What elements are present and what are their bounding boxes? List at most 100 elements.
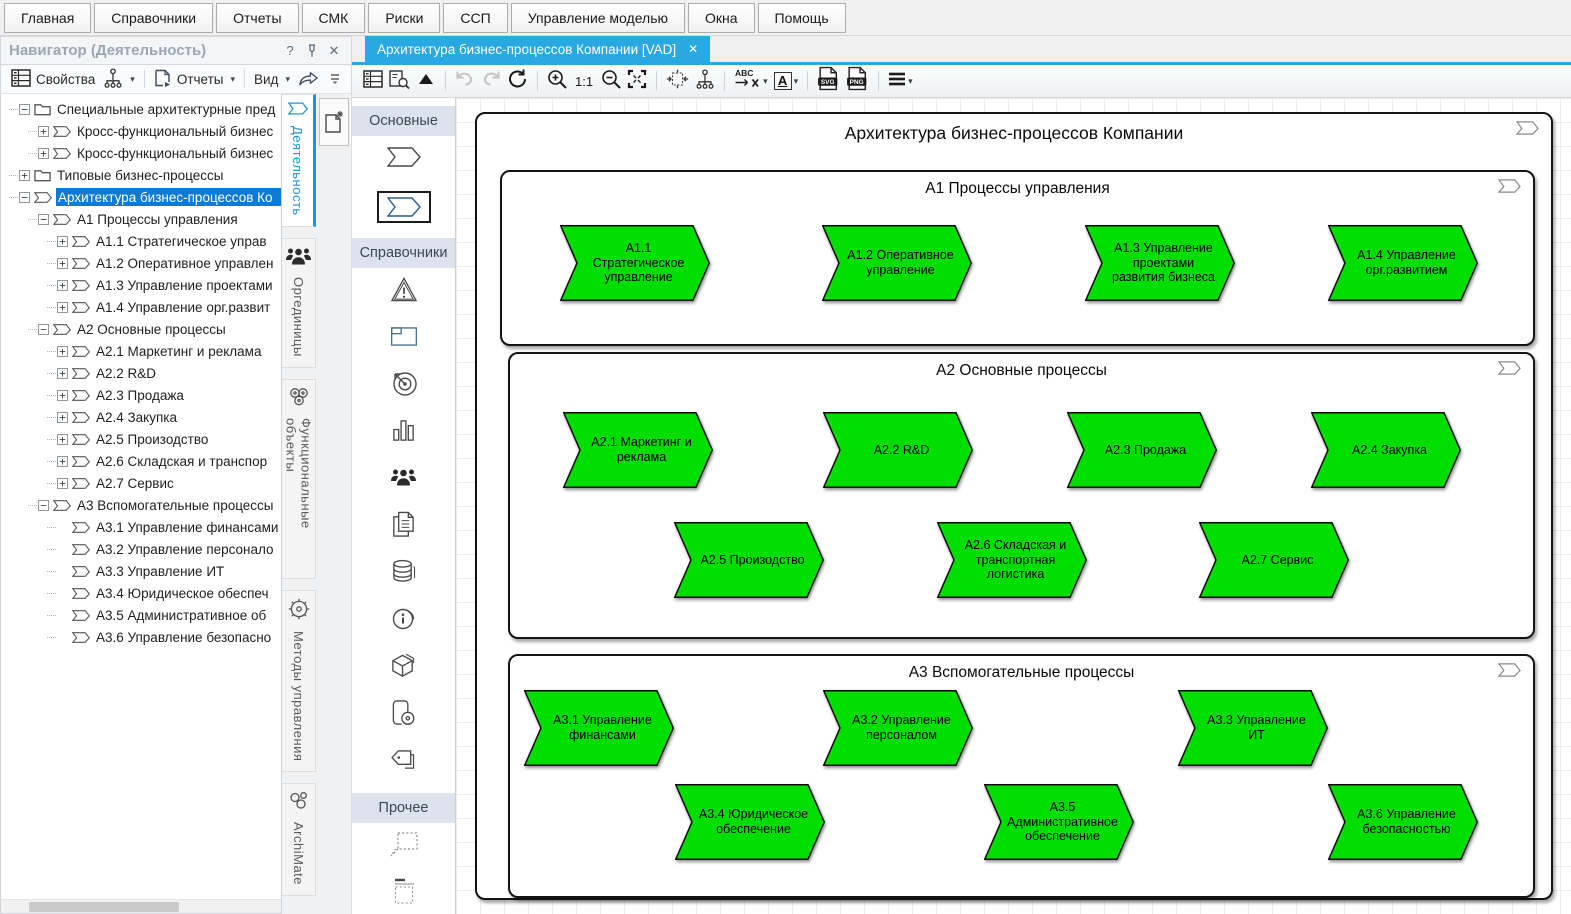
tree-expander[interactable]: +: [57, 258, 68, 269]
tree-item[interactable]: +А2.4 Закупка: [1, 406, 281, 428]
tree-expander[interactable]: +: [57, 368, 68, 379]
vad-process-shape[interactable]: А3.3 Управление ИТ: [1178, 690, 1328, 766]
tree-item[interactable]: −А2 Основные процессы: [1, 318, 281, 340]
menu-item-Риски[interactable]: Риски: [368, 3, 440, 33]
section-tab-ArchiMate[interactable]: ArchiMate: [282, 783, 316, 896]
tree-expander[interactable]: +: [57, 236, 68, 247]
tree-expander[interactable]: +: [57, 456, 68, 467]
vad-process-shape[interactable]: А2.6 Складская и транспортная логистика: [937, 522, 1087, 598]
menu-item-ССП[interactable]: ССП: [443, 3, 507, 33]
palette-item-risk[interactable]: [352, 268, 455, 315]
font-style-button[interactable]: A▾: [771, 68, 802, 94]
zoom-in-button[interactable]: [544, 68, 570, 94]
menu-lines-button[interactable]: ▾: [885, 68, 916, 94]
vad-process-shape[interactable]: А2.5 Произодство: [674, 522, 824, 598]
svg-file-button[interactable]: SVG: [814, 68, 843, 94]
palette-item-note[interactable]: [352, 870, 455, 914]
vad-process-shape[interactable]: А2.7 Сервис: [1199, 522, 1349, 598]
vad-process-shape[interactable]: А2.2 R&D: [823, 412, 973, 488]
tree-layout-button[interactable]: [692, 68, 718, 94]
autosize-button[interactable]: [663, 68, 692, 94]
palette-item-vad-process-selected[interactable]: [352, 183, 455, 230]
palette-item-documents[interactable]: [352, 503, 455, 550]
palette-item-database[interactable]: [352, 550, 455, 597]
tree-item[interactable]: −А3 Вспомогательные процессы: [1, 494, 281, 516]
vad-process-shape[interactable]: А1.4 Управление орг.развитием: [1328, 225, 1478, 301]
close-panel-icon[interactable]: ✕: [325, 42, 343, 60]
find-on-diagram-button[interactable]: [386, 68, 413, 94]
tree-expander[interactable]: +: [57, 412, 68, 423]
tree-expander[interactable]: −: [38, 324, 49, 335]
palette-item-term[interactable]: [352, 738, 455, 785]
tree-expander[interactable]: +: [38, 148, 49, 159]
tree-item[interactable]: +А2.3 Продажа: [1, 384, 281, 406]
section-tab-Оргединицы[interactable]: Оргединицы: [282, 238, 316, 368]
refresh-button[interactable]: [504, 68, 531, 94]
tree-expander[interactable]: +: [19, 170, 30, 181]
tree-item[interactable]: +А1.4 Управление орг.развит: [1, 296, 281, 318]
vad-process-shape[interactable]: А2.4 Закупка: [1311, 412, 1461, 488]
tree-expander[interactable]: +: [38, 126, 49, 137]
palette-item-window[interactable]: [352, 315, 455, 362]
tree-item[interactable]: −Специальные архитектурные пред: [1, 98, 281, 120]
zoom-level-button[interactable]: 1:1: [570, 68, 598, 94]
tree-expander[interactable]: −: [19, 104, 30, 115]
tree-expander[interactable]: +: [57, 346, 68, 357]
vad-process-shape[interactable]: А2.3 Продажа: [1067, 412, 1217, 488]
tree-item[interactable]: +А2.1 Маркетинг и реклама: [1, 340, 281, 362]
tree-expander[interactable]: +: [57, 478, 68, 489]
vad-process-shape[interactable]: А1.1 Стратегическое управление: [560, 225, 710, 301]
fit-screen-button[interactable]: [624, 68, 650, 94]
abc-rename-button[interactable]: ABC▾: [731, 68, 771, 94]
tree-item[interactable]: −Архитектура бизнес-процессов Ко: [1, 186, 281, 208]
section-tab-Функциональные объекты[interactable]: Функциональные объекты: [282, 379, 316, 579]
palette-item-goal[interactable]: [352, 362, 455, 409]
vad-process-shape[interactable]: А1.3 Управление проектами развития бизне…: [1085, 225, 1235, 301]
help-icon[interactable]: ?: [281, 42, 299, 60]
tree-item[interactable]: А3.4 Юридическое обеспеч: [1, 582, 281, 604]
section-tab-Деятельность[interactable]: Деятельность: [282, 94, 316, 227]
vad-process-shape[interactable]: А2.1 Маркетинг и реклама: [563, 412, 713, 488]
tree-expander[interactable]: +: [57, 434, 68, 445]
tree-item[interactable]: +А1.1 Стратегическое управ: [1, 230, 281, 252]
tree-item[interactable]: А3.5 Административное об: [1, 604, 281, 626]
share-button[interactable]: [294, 68, 323, 91]
vad-process-shape[interactable]: А3.4 Юридическое обеспечение: [675, 784, 825, 860]
menu-item-Управление моделью[interactable]: Управление моделью: [511, 3, 685, 33]
new-diagram-button[interactable]: [319, 98, 349, 146]
tree-item[interactable]: +А2.2 R&D: [1, 362, 281, 384]
reports-button[interactable]: Отчеты▾: [150, 67, 239, 92]
section-tab-Методы управления[interactable]: Методы управления: [282, 590, 316, 772]
scrollbar-thumb[interactable]: [29, 902, 179, 912]
tree-item[interactable]: +Кросс-функциональный бизнес: [1, 142, 281, 164]
tree-item[interactable]: +А2.7 Сервис: [1, 472, 281, 494]
zoom-out-button[interactable]: [598, 68, 624, 94]
view-button[interactable]: Вид▾: [250, 70, 294, 89]
palette-item-software[interactable]: [352, 691, 455, 738]
properties-grid-button[interactable]: [360, 68, 386, 94]
tree-item[interactable]: А3.2 Управление персонало: [1, 538, 281, 560]
vad-process-shape[interactable]: А3.5 Административное обеспечение: [984, 784, 1134, 860]
tree-item[interactable]: А3.6 Управление безопасно: [1, 626, 281, 648]
tree-item[interactable]: +А2.5 Произодство: [1, 428, 281, 450]
palette-item-indicator[interactable]: [352, 409, 455, 456]
vad-process-shape[interactable]: А3.2 Управление персоналом: [823, 690, 973, 766]
tree-expander[interactable]: +: [57, 302, 68, 313]
vad-process-shape[interactable]: А3.6 Управление безопасностью: [1328, 784, 1478, 860]
undo-button[interactable]: [452, 68, 478, 94]
triangle-up-button[interactable]: [413, 68, 439, 94]
png-file-button[interactable]: PNG: [843, 68, 872, 94]
palette-item-callout[interactable]: [352, 823, 455, 870]
vad-process-shape[interactable]: А1.2 Оперативное управление: [822, 225, 972, 301]
tree-item[interactable]: +А1.3 Управление проектами: [1, 274, 281, 296]
tree-item[interactable]: −А1 Процессы управления: [1, 208, 281, 230]
pin-icon[interactable]: [303, 42, 321, 60]
tree-expander[interactable]: −: [38, 500, 49, 511]
properties-button[interactable]: Свойства: [7, 67, 99, 92]
tree-item[interactable]: А3.3 Управление ИТ: [1, 560, 281, 582]
menu-item-Помощь[interactable]: Помощь: [758, 3, 846, 33]
menu-item-Главная[interactable]: Главная: [4, 3, 91, 33]
menu-item-Окна[interactable]: Окна: [688, 3, 755, 33]
palette-item-vad-process[interactable]: [352, 136, 455, 183]
tree-item[interactable]: А3.1 Управление финансами: [1, 516, 281, 538]
